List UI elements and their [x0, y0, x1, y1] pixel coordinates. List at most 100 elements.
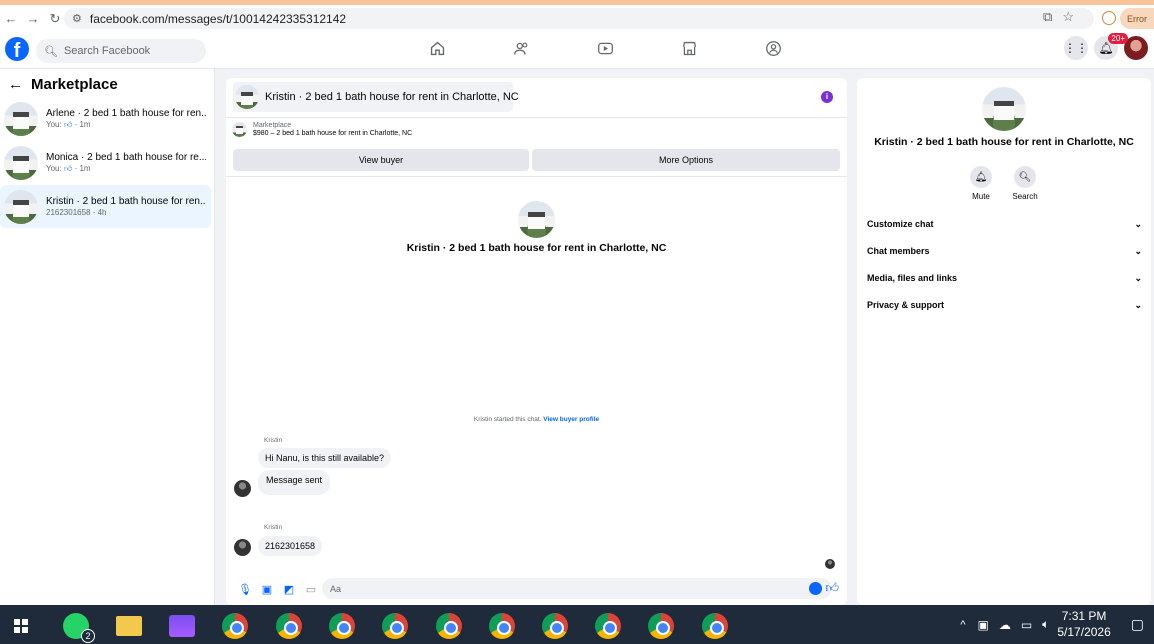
home-icon[interactable] — [395, 40, 479, 62]
sender-avatar[interactable] — [234, 480, 251, 497]
mute-label: Mute — [972, 192, 990, 201]
message-bubble[interactable]: Hi Nanu, is this still available? — [258, 448, 392, 468]
gif-icon[interactable]: ▭ — [300, 583, 322, 596]
sticker-icon[interactable]: ◩ — [278, 583, 300, 596]
main-nav — [395, 40, 815, 62]
message-bubble[interactable]: 2162301658 — [258, 536, 323, 556]
bookmark-star-icon[interactable]: ☆ — [1062, 9, 1074, 25]
notification-badge: 20+ — [1108, 33, 1128, 44]
conversation-title: Arlene · 2 bed 1 bath house for ren... — [46, 108, 206, 120]
chrome-icon[interactable] — [595, 613, 621, 639]
notification-center-icon[interactable]: ▢ — [1131, 616, 1144, 633]
info-icon[interactable]: i — [821, 91, 833, 103]
sidebar-title: Marketplace — [31, 76, 118, 93]
view-buyer-button[interactable]: View buyer — [233, 149, 529, 171]
chrome-icon[interactable] — [648, 613, 674, 639]
facebook-logo[interactable]: f — [5, 37, 29, 61]
error-button[interactable]: Error — [1120, 8, 1154, 29]
chat-panel: Kristin · 2 bed 1 bath house for rent in… — [226, 78, 847, 605]
groups-icon[interactable] — [731, 40, 815, 62]
menu-grid-icon[interactable]: ⋮⋮ — [1064, 36, 1088, 60]
profile-icon[interactable] — [1102, 11, 1116, 25]
conversation-title: Monica · 2 bed 1 bath house for re... — [46, 152, 206, 164]
bell-icon: 🔔︎ — [970, 166, 992, 188]
browser-toolbar: ← → ↻ ⚙ facebook.com/messages/t/10014242… — [0, 5, 1154, 32]
chat-started-note: Kristin started this chat. View buyer pr… — [226, 416, 847, 423]
view-buyer-profile-link[interactable]: View buyer profile — [543, 416, 599, 423]
chat-header[interactable]: Kristin · 2 bed 1 bath house for rent in… — [233, 82, 519, 112]
emoji-icon[interactable] — [809, 582, 822, 595]
back-icon[interactable]: ← — [0, 11, 22, 26]
friends-icon[interactable] — [479, 40, 563, 62]
windows-taskbar: 2 ^ ▣ ☁ ▭ 🔈︎ 7:31 PM 5/17/2026 ▢ — [0, 605, 1154, 644]
conversation-item[interactable]: Monica · 2 bed 1 bath house for re... Yo… — [0, 141, 211, 184]
reload-icon[interactable]: ↻ — [44, 11, 66, 27]
whatsapp-icon[interactable]: 2 — [63, 613, 95, 643]
conversation-item-selected[interactable]: Kristin · 2 bed 1 bath house for ren... … — [0, 185, 211, 228]
address-bar[interactable]: ⚙ facebook.com/messages/t/10014242335312… — [64, 8, 1094, 29]
mute-button[interactable]: 🔔︎ Mute — [961, 166, 1001, 201]
marketplace-listing[interactable]: Marketplace $980 – 2 bed 1 bath house fo… — [232, 122, 412, 138]
chat-details-avatar — [982, 87, 1026, 131]
meet-icon[interactable]: ▣ — [977, 618, 988, 632]
chevron-up-icon[interactable]: ^ — [960, 619, 965, 631]
chevron-down-icon: ⌄ — [1134, 273, 1142, 283]
section-label: Privacy & support — [867, 300, 945, 310]
install-app-icon[interactable]: ⧉ — [1043, 9, 1052, 25]
file-explorer-icon[interactable] — [116, 616, 142, 636]
microphone-icon[interactable]: 🎙︎ — [234, 583, 256, 596]
conversation-time: · 1m — [74, 119, 91, 129]
listing-thumbnail — [4, 101, 38, 136]
back-arrow-icon[interactable]: ← — [8, 76, 23, 93]
like-icon[interactable]: 👍︎ — [825, 580, 839, 596]
chrome-icon[interactable] — [276, 613, 302, 639]
url-text: facebook.com/messages/t/1001424233531214… — [89, 11, 347, 26]
clock[interactable]: 7:31 PM 5/17/2026 — [1057, 609, 1110, 640]
chrome-icon[interactable] — [702, 613, 728, 639]
chat-details-title: Kristin · 2 bed 1 bath house for rent in… — [874, 136, 1134, 148]
marketplace-icon[interactable] — [647, 40, 731, 62]
chrome-icon[interactable] — [329, 613, 355, 639]
chrome-icon[interactable] — [436, 613, 462, 639]
volume-icon[interactable]: 🔈︎ — [1042, 617, 1049, 632]
section-privacy-support[interactable]: Privacy & support ⌄ — [867, 300, 1142, 311]
section-label: Customize chat — [867, 219, 934, 229]
section-customize-chat[interactable]: Customize chat ⌄ — [867, 219, 1142, 230]
message-bubble[interactable]: Message sent — [258, 470, 331, 495]
search-button[interactable]: 🔍︎ Search — [1005, 166, 1045, 201]
network-icon[interactable]: ▭ — [1021, 618, 1032, 632]
chrome-icon[interactable] — [542, 613, 568, 639]
watch-icon[interactable] — [563, 40, 647, 62]
listing-thumbnail — [235, 85, 259, 109]
facebook-header: f 🔍︎ Search Facebook ⋮⋮ 🔔︎ 20+ — [0, 32, 1154, 69]
chrome-icon[interactable] — [382, 613, 408, 639]
conversation-time: · 1m — [74, 163, 91, 173]
more-options-button[interactable]: More Options — [532, 149, 840, 171]
forward-icon[interactable]: → — [22, 11, 44, 26]
marketplace-sidebar: ← Marketplace Arlene · 2 bed 1 bath hous… — [0, 69, 215, 605]
message-sender: Kristin — [264, 437, 283, 444]
conversation-preview: 2162301658 · 4h — [46, 207, 107, 217]
chrome-icon[interactable] — [222, 613, 248, 639]
chat-center-title: Kristin · 2 bed 1 bath house for rent in… — [406, 242, 667, 254]
chat-title: Kristin · 2 bed 1 bath house for rent in… — [265, 91, 519, 103]
chrome-icon[interactable] — [489, 613, 515, 639]
sender-avatar[interactable] — [234, 539, 251, 556]
conversation-preview: You: — [46, 119, 62, 129]
started-text: Kristin started this chat. — [473, 416, 542, 423]
clock-time: 7:31 PM — [1061, 608, 1107, 623]
message-sender: Kristin — [264, 524, 283, 531]
conversation-item[interactable]: Arlene · 2 bed 1 bath house for ren... Y… — [0, 97, 211, 140]
windows-start-icon[interactable] — [14, 619, 28, 633]
notifications-icon[interactable]: 🔔︎ 20+ — [1094, 33, 1128, 60]
section-chat-members[interactable]: Chat members ⌄ — [867, 246, 1142, 257]
onedrive-icon[interactable]: ☁ — [999, 618, 1011, 632]
chevron-down-icon: ⌄ — [1134, 219, 1142, 229]
section-media-files[interactable]: Media, files and links ⌄ — [867, 273, 1142, 284]
app-icon[interactable] — [169, 615, 195, 637]
message-input[interactable]: Aa — [322, 578, 832, 599]
site-settings-icon[interactable]: ⚙ — [72, 12, 82, 25]
search-input[interactable]: 🔍︎ Search Facebook — [36, 39, 206, 63]
photo-icon[interactable]: ▣ — [256, 583, 278, 596]
search-label: Search — [1012, 192, 1038, 201]
